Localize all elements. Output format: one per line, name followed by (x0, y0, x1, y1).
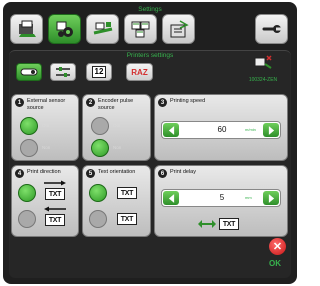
gear-settings-button[interactable] (48, 14, 81, 44)
external-sensor-box: 1 External sensor source Oui Non (11, 94, 79, 161)
decrease-speed-button[interactable] (163, 123, 179, 137)
tab-sliders[interactable] (50, 63, 76, 81)
section-number: 1 (15, 98, 24, 107)
section-title: Printing speed (170, 98, 206, 104)
external-sensor-yes-radio[interactable] (20, 117, 38, 135)
increase-speed-button[interactable] (263, 123, 279, 137)
option-label: Oui (42, 123, 50, 128)
print-direction-forward-radio[interactable] (18, 184, 36, 202)
section-title: Text orientation (98, 169, 136, 175)
section-number: 5 (86, 169, 95, 178)
printer-model: 100324-ZEN (243, 55, 283, 83)
wrench-icon (262, 25, 282, 33)
printing-speed-stepper[interactable]: 60 m/min (161, 121, 281, 139)
wrench-button[interactable] (255, 14, 288, 44)
txt-badge: TXT (219, 218, 239, 230)
double-arrow-icon (198, 220, 216, 228)
section-number: 2 (86, 98, 95, 107)
print-grid-icon (131, 21, 149, 38)
section-number: 6 (158, 169, 167, 178)
section-title: Encoder pulse source (98, 98, 134, 111)
encoder-pulse-yes-radio[interactable] (91, 117, 109, 135)
arrow-left-icon (44, 206, 66, 212)
sliders-tab-icon (56, 67, 70, 77)
text-orientation-box: 5 Text orientation TXT TXT (82, 165, 151, 237)
toggle-tab-icon (20, 68, 38, 76)
print-delay-stepper[interactable]: 5 mm (161, 189, 281, 207)
conveyor-button[interactable] (86, 14, 119, 44)
printing-speed-value: 60 (217, 125, 227, 134)
arrow-right-icon (44, 180, 66, 186)
section-number: 4 (15, 169, 24, 178)
printer-settings-screen: Settings Printers settings 12 RAZ 100324… (3, 2, 297, 284)
section-title: External sensor source (27, 98, 66, 111)
chevron-left-icon (168, 125, 174, 135)
txt-badge-mirrored: TXT (117, 213, 137, 225)
label-print-button[interactable] (10, 14, 43, 44)
option-label: Non (113, 145, 122, 150)
conveyor-icon (93, 22, 112, 35)
text-orientation-normal-radio[interactable] (89, 184, 107, 202)
option-label: Oui (113, 123, 121, 128)
tab-counter[interactable]: 12 (86, 63, 112, 81)
encoder-pulse-no-radio[interactable] (91, 139, 109, 157)
option-label: Non (42, 145, 51, 150)
printers-settings-panel: Printers settings 12 RAZ 100324-ZEN 1 Ext… (9, 50, 291, 278)
close-button[interactable]: ✕ (269, 238, 286, 255)
raz-button[interactable]: RAZ (126, 63, 153, 81)
chevron-right-icon (268, 193, 274, 203)
package-button[interactable] (162, 14, 195, 44)
print-grid-button[interactable] (124, 14, 157, 44)
print-delay-unit: mm (245, 195, 252, 200)
print-direction-box: 4 Print direction TXT TXT (11, 165, 79, 237)
external-sensor-no-radio[interactable] (20, 139, 38, 157)
text-orientation-mirror-radio[interactable] (89, 210, 107, 228)
printing-speed-unit: m/min (245, 127, 256, 132)
decrease-delay-button[interactable] (163, 191, 179, 205)
chevron-right-icon (268, 125, 274, 135)
section-title: Print direction (27, 169, 61, 175)
print-delay-value: 5 (219, 193, 225, 202)
increase-delay-button[interactable] (263, 191, 279, 205)
printer-model-label: 100324-ZEN (248, 77, 278, 83)
section-title: Print delay (170, 169, 196, 175)
label-print-icon (18, 20, 36, 37)
chevron-left-icon (168, 193, 174, 203)
gear-settings-icon (56, 21, 73, 37)
page-title: Settings (138, 6, 162, 13)
printing-speed-box: 3 Printing speed 60 m/min (154, 94, 288, 161)
package-icon (170, 20, 189, 38)
counter-tab-label: 12 (91, 66, 107, 78)
tab-toggle[interactable] (16, 63, 42, 81)
ok-button[interactable]: OK (269, 259, 281, 268)
printer-model-icon (254, 55, 272, 69)
print-direction-reverse-radio[interactable] (18, 210, 36, 228)
encoder-pulse-box: 2 Encoder pulse source Oui Non (82, 94, 151, 161)
print-delay-box: 6 Print delay 5 mm TXT (154, 165, 288, 237)
txt-badge: TXT (117, 187, 137, 199)
section-number: 3 (158, 98, 167, 107)
